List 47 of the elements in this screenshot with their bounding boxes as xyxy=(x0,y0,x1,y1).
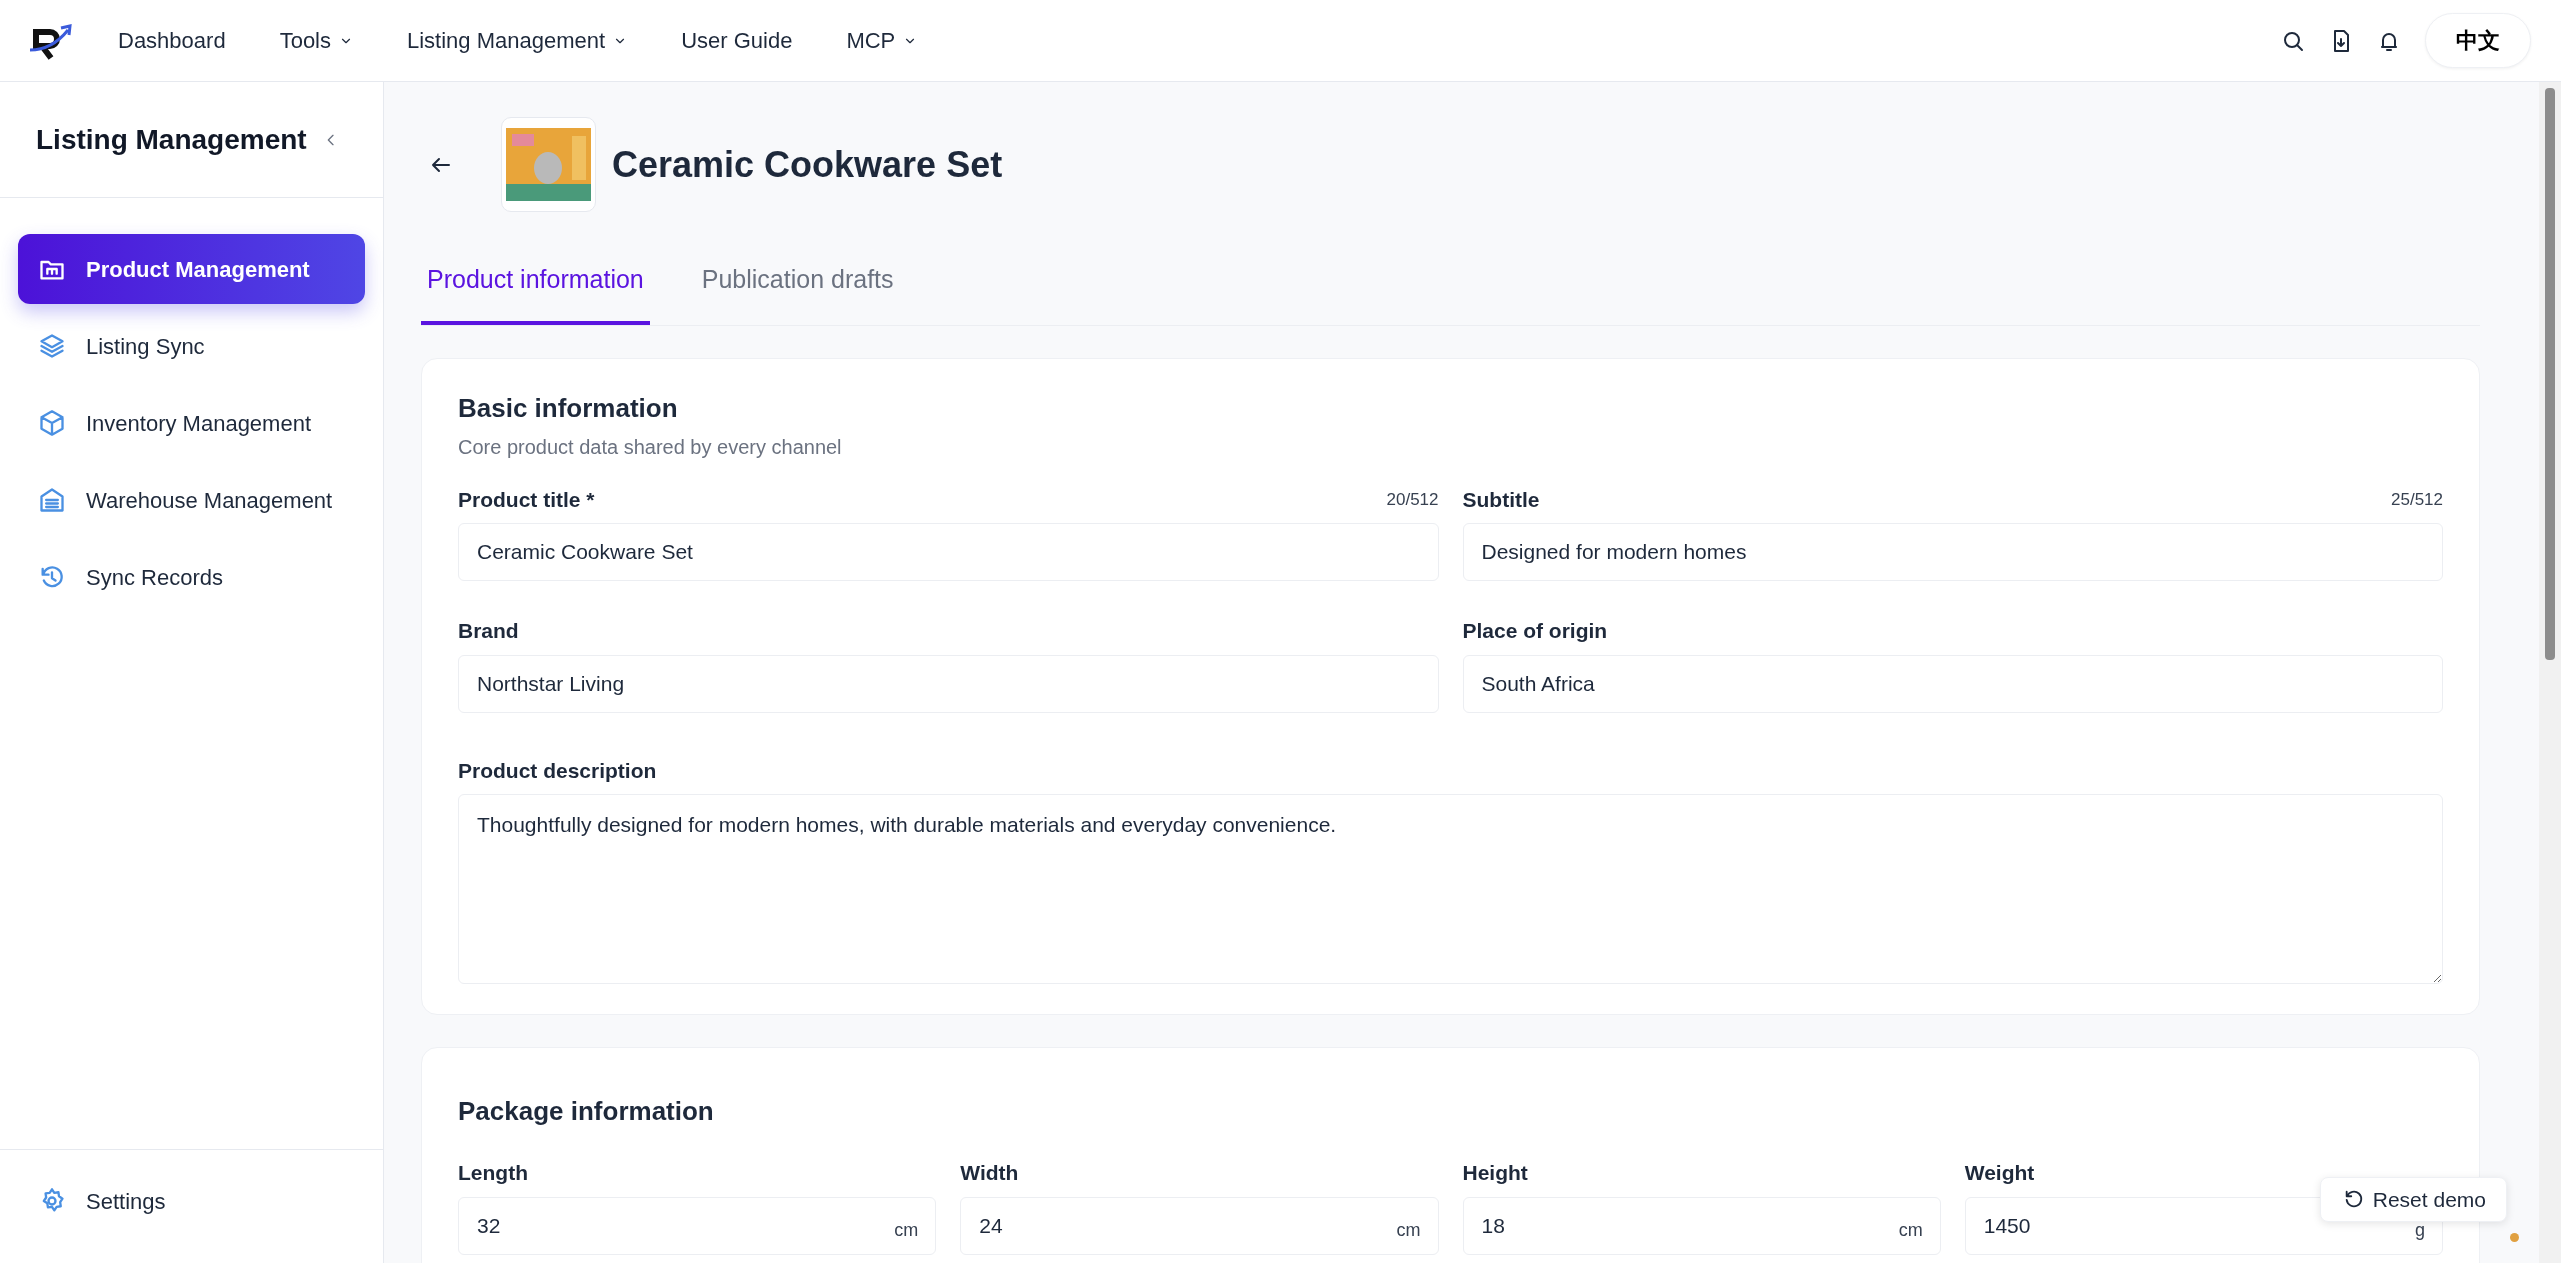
status-dot xyxy=(2510,1233,2519,1242)
layers-icon xyxy=(38,332,66,361)
scrollbar[interactable] xyxy=(2539,82,2561,1263)
warehouse-icon xyxy=(38,486,66,515)
character-counter: 25/512 xyxy=(2391,488,2443,511)
input-field[interactable]: Designed for modern homes xyxy=(1462,523,2443,582)
nav-link[interactable]: Dashboard xyxy=(118,24,226,58)
unit-label: cm xyxy=(894,1220,919,1239)
character-counter: 20/512 xyxy=(1386,488,1439,511)
field-label: Place of origin xyxy=(1462,618,1608,645)
field-label: Weight xyxy=(1964,1160,2036,1187)
sidebar-item[interactable]: Product Management xyxy=(18,234,365,305)
field-label: Length xyxy=(458,1160,529,1187)
input-field[interactable]: Northstar Living xyxy=(458,654,1439,713)
unit-label: cm xyxy=(1396,1220,1421,1239)
input-field[interactable]: Ceramic Cookware Set xyxy=(458,523,1439,582)
field-label: Product title * xyxy=(458,486,595,513)
input-field[interactable]: South Africa xyxy=(1462,654,2443,713)
sidebar-item[interactable]: Listing Sync xyxy=(18,311,365,382)
section-subtitle: Core product data shared by every channel xyxy=(458,434,843,460)
sidebar-item[interactable]: Inventory Management xyxy=(18,388,365,459)
unit-label: g xyxy=(2415,1220,2425,1239)
tab[interactable]: Publication drafts xyxy=(695,261,900,325)
unit-label: cm xyxy=(1898,1220,1923,1239)
sidebar-item[interactable]: Sync Records xyxy=(18,542,365,613)
reset-button[interactable]: Reset demo xyxy=(2319,1176,2507,1222)
cube-icon xyxy=(38,409,66,438)
section-title: Basic information xyxy=(458,391,679,425)
section-title: Package information xyxy=(458,1095,715,1129)
field-label: Subtitle xyxy=(1462,486,1540,513)
text-area[interactable]: Thoughtfully designed for modern homes, with durable materials and everyday convenience. xyxy=(458,794,2443,985)
sidebar-title: Listing Management xyxy=(36,122,307,157)
logo[interactable] xyxy=(30,21,74,60)
settings-item[interactable]: Settings xyxy=(18,1166,186,1236)
field-label: Product description xyxy=(458,757,657,784)
nav-link[interactable]: MCP xyxy=(846,24,918,58)
nav-link[interactable]: Tools xyxy=(279,24,353,58)
scrollbar-thumb[interactable] xyxy=(2545,88,2555,661)
nav-link[interactable]: User Guide xyxy=(681,24,793,58)
sidebar-item[interactable]: Warehouse Management xyxy=(18,465,365,536)
page-title: Ceramic Cookware Set xyxy=(612,143,1003,187)
field-label: Height xyxy=(1462,1160,1529,1187)
nav-link[interactable]: Listing Management xyxy=(407,24,628,58)
language-button[interactable]: 中文 xyxy=(2425,13,2531,69)
field-label: Width xyxy=(960,1160,1020,1187)
field-label: Brand xyxy=(458,618,519,645)
tab[interactable]: Product information xyxy=(421,261,650,325)
